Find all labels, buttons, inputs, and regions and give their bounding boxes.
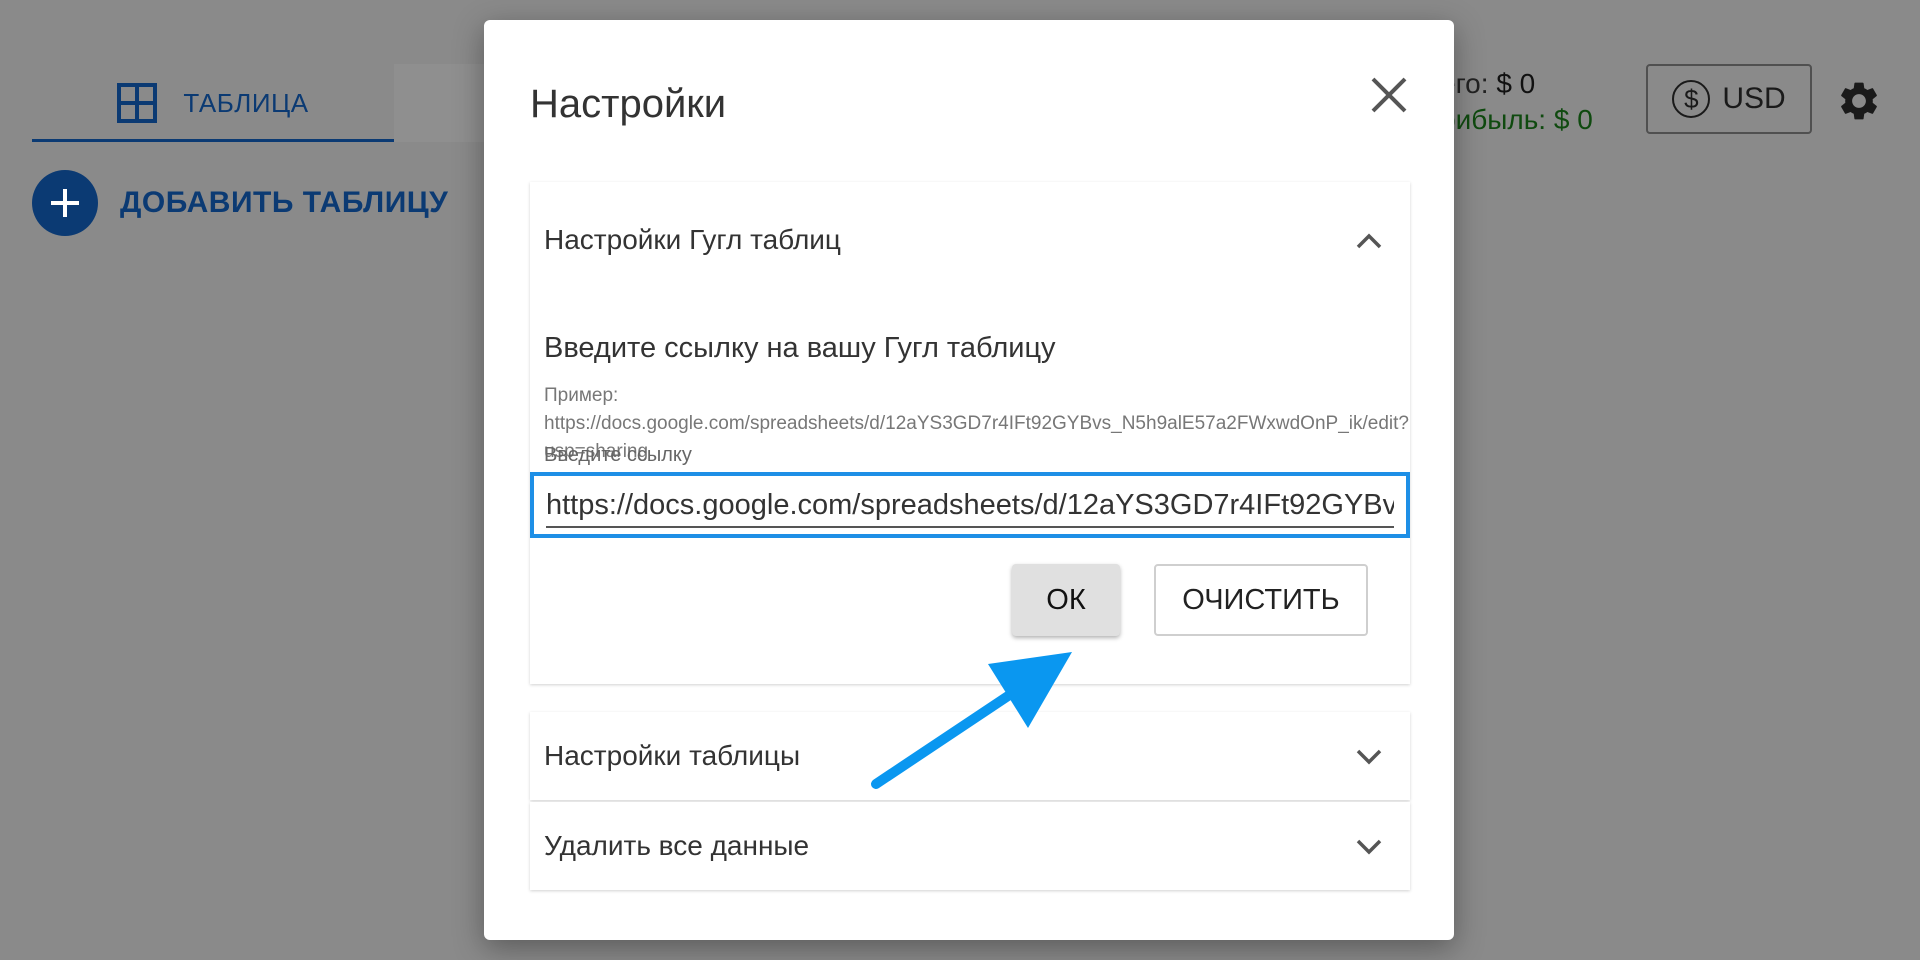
dialog-title: Настройки: [530, 82, 727, 126]
add-table-button[interactable]: ДОБАВИТЬ ТАБЛИЦУ: [32, 170, 448, 236]
profit-label: рибыль:: [1440, 104, 1547, 135]
totals-block: его: $ 0 рибыль: $ 0: [1440, 66, 1593, 138]
total-value: $ 0: [1496, 68, 1536, 99]
chevron-up-icon[interactable]: [1354, 226, 1384, 256]
link-input-label: Введите ссылку: [544, 444, 692, 466]
tab-label: ТАБЛИЦА: [183, 87, 309, 118]
ok-button[interactable]: ОК: [1012, 564, 1120, 636]
delete-data-panel-header[interactable]: Удалить все данные: [544, 802, 809, 890]
tab-indicator: [32, 139, 394, 142]
table-settings-panel[interactable]: Настройки таблицы: [530, 712, 1410, 800]
google-sheets-panel: Настройки Гугл таблиц Введите ссылку на …: [530, 182, 1410, 684]
close-icon[interactable]: [1364, 70, 1414, 120]
settings-dialog: Настройки Настройки Гугл таблиц Введите …: [484, 20, 1454, 940]
table-icon: [117, 83, 158, 123]
add-table-label: ДОБАВИТЬ ТАБЛИЦУ: [120, 186, 449, 219]
total-line: его: $ 0: [1440, 66, 1593, 102]
plus-icon: [32, 170, 98, 236]
currency-label: USD: [1722, 82, 1786, 115]
delete-data-panel[interactable]: Удалить все данные: [530, 802, 1410, 890]
tabs-bar: [394, 64, 494, 142]
currency-button[interactable]: $ USD: [1646, 64, 1812, 134]
gear-icon[interactable]: [1836, 78, 1882, 124]
chevron-down-icon[interactable]: [1354, 741, 1384, 771]
dollar-icon: $: [1672, 80, 1711, 118]
chevron-down-icon[interactable]: [1354, 831, 1384, 861]
link-input-highlight: [530, 472, 1410, 538]
link-section-title: Введите ссылку на вашу Гугл таблицу: [544, 332, 1056, 364]
tab-table[interactable]: ТАБЛИЦА: [32, 64, 394, 142]
table-settings-panel-header[interactable]: Настройки таблицы: [544, 712, 800, 800]
link-input[interactable]: [546, 484, 1394, 528]
clear-button[interactable]: ОЧИСТИТЬ: [1154, 564, 1368, 636]
profit-value: $ 0: [1553, 104, 1593, 135]
profit-line: рибыль: $ 0: [1440, 102, 1593, 138]
google-sheets-panel-header[interactable]: Настройки Гугл таблиц: [544, 196, 841, 284]
